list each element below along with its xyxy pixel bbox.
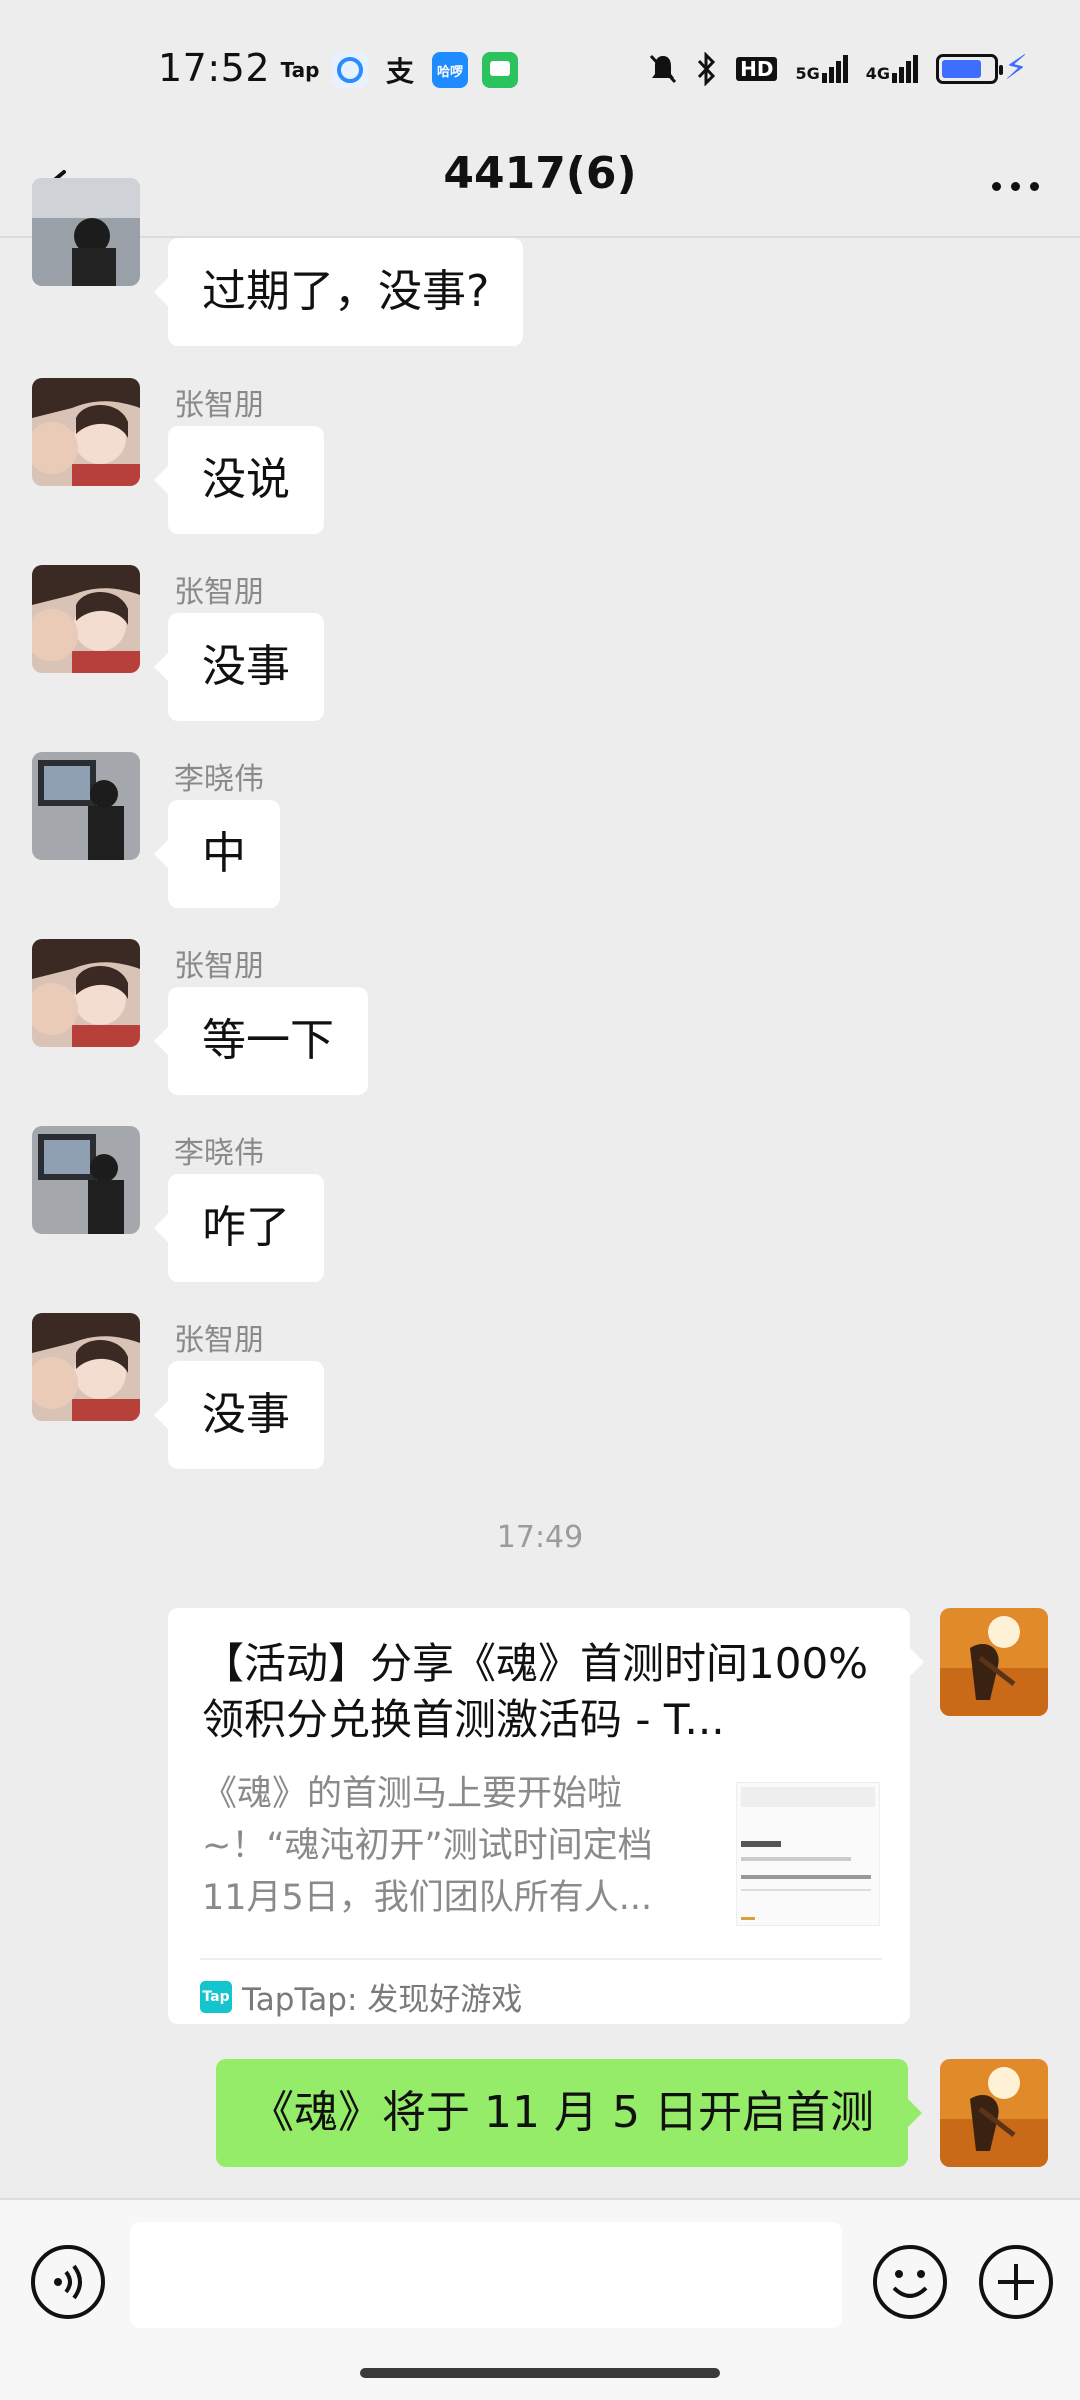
card-thumbnail [736,1782,880,1926]
dot-icon [1010,181,1020,191]
message-bubble[interactable]: 中 [154,800,280,908]
battery-icon [936,54,1003,84]
avatar-li-xiaowei[interactable] [32,178,140,286]
card-source-label: TapTap: 发现好游戏 [242,1982,523,2018]
dot-icon [1029,181,1039,191]
card-description: 《魂》的首测马上要开始啦~！“魂沌初开”测试时间定档11月5日，我们团队所有人.… [202,1774,653,1918]
status-bar: 17:52 Tap 支 哈啰 HD 5G 4G ⚡ [0,0,1080,140]
voice-input-button[interactable] [28,2242,142,2356]
mute-icon [650,54,677,84]
5g-label: 5G [795,64,820,83]
sender-name: 李晓伟 [174,1136,264,1171]
taptap-app-icon: Tap [280,58,320,82]
message-row: 过期了，没事? [0,178,1080,348]
chat-title: 4417(6) [443,148,637,199]
taptap-logo-icon: Tap [200,1980,232,2013]
chat-header: 4417(6) [0,140,1080,236]
message-bubble[interactable]: 没事 [154,1361,324,1469]
status-time: 17:52 [158,46,271,90]
time-separator: 17:49 [496,1520,584,1555]
avatar-zhang-zhipeng[interactable] [32,1313,140,1421]
message-bubble-self[interactable]: 《魂》将于 11 月 5 日开启首测 [216,2059,922,2167]
message-bubble[interactable]: 没说 [154,426,324,534]
card-source: Tap TapTap: 发现好游戏 [200,1974,522,2019]
message-row-self: 【活动】分享《魂》首测时间100%领积分兑换首测激活码 - T... 《魂》的首… [0,1608,1080,2028]
message-row: 张智朋 没说 [0,376,1080,536]
message-input[interactable] [130,2222,842,2328]
message-row: 李晓伟 中 [0,750,1080,910]
status-indicators: HD 5G 4G [648,52,1003,86]
message-row: 张智朋 没事 [0,1311,1080,1471]
message-bubble[interactable]: 过期了，没事? [153,238,524,346]
avatar-self[interactable] [940,2059,1048,2167]
hd-icon: HD [736,57,778,81]
message-bubble[interactable]: 没事 [154,613,324,721]
avatar-zhang-zhipeng[interactable] [32,378,140,486]
home-indicator[interactable] [360,2368,720,2378]
5g-signal-icon: 5G [795,55,848,83]
smiley-icon [873,2245,947,2319]
4g-signal-icon: 4G [866,55,918,83]
message-row: 李晓伟 咋了 [0,1124,1080,1284]
message-row: 张智朋 等一下 [0,937,1080,1097]
sender-name: 李晓伟 [174,762,264,797]
avatar-zhang-zhipeng[interactable] [32,939,140,1047]
dot-icon [991,181,1001,191]
plus-icon [979,2245,1053,2319]
4g-label: 4G [865,64,890,83]
avatar-li-xiaowei[interactable] [32,752,140,860]
card-title: 【活动】分享《魂》首测时间100%领积分兑换首测激活码 - T... [202,1639,869,1744]
message-row: 张智朋 没事 [0,563,1080,723]
more-functions-button[interactable] [976,2242,1056,2322]
alipay-app-icon: 支 [385,55,414,88]
message-bubble[interactable]: 等一下 [154,987,368,1095]
sender-name: 张智朋 [174,1323,264,1358]
card-divider [200,1958,882,1960]
avatar-li-xiaowei[interactable] [32,1126,140,1234]
sender-name: 张智朋 [174,575,264,610]
hellobike-app-icon: 哈啰 [432,52,468,88]
shared-link-card[interactable]: 【活动】分享《魂》首测时间100%领积分兑换首测激活码 - T... 《魂》的首… [168,1608,924,2024]
avatar-self[interactable] [940,1608,1048,1716]
chat-app-icon [482,52,518,88]
sender-name: 张智朋 [174,388,264,423]
avatar-zhang-zhipeng[interactable] [32,565,140,673]
emoji-button[interactable] [870,2242,984,2356]
sender-name: 张智朋 [174,949,264,984]
charging-icon: ⚡ [1004,48,1028,88]
bluetooth-icon [698,52,716,86]
voice-icon [31,2245,105,2319]
more-options-button[interactable] [980,166,1050,206]
status-app-icons: Tap 支 哈啰 [280,52,518,88]
message-bubble[interactable]: 咋了 [154,1174,324,1282]
message-row-self: 《魂》将于 11 月 5 日开启首测 [0,2059,1080,2169]
browser-app-icon [332,52,368,88]
